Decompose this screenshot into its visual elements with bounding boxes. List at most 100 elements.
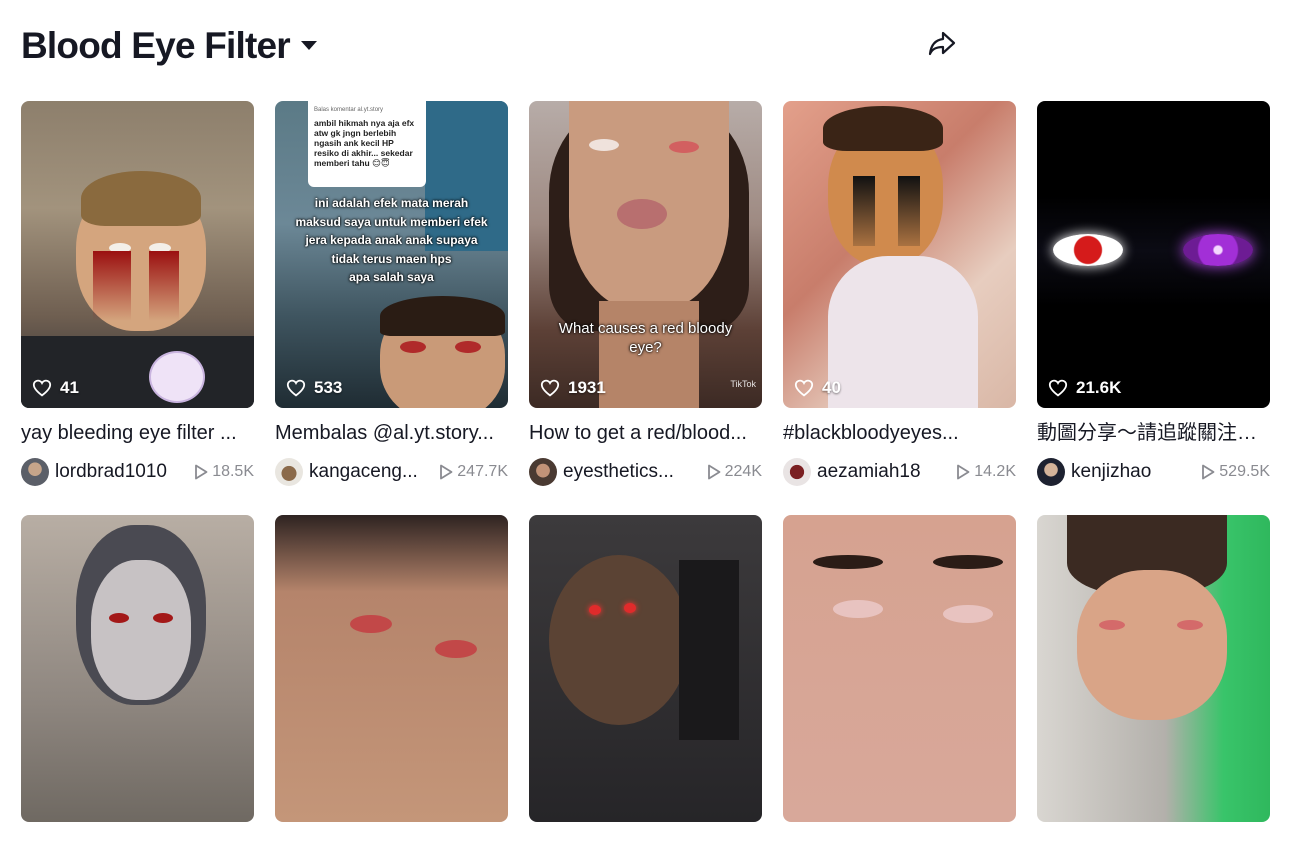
doorway-shape — [679, 560, 739, 740]
blood-streak — [853, 176, 875, 246]
face-shape — [91, 560, 191, 700]
overlay-line: maksud saya untuk memberi efek — [295, 214, 488, 229]
play-icon — [440, 464, 453, 480]
heart-icon — [1048, 379, 1068, 397]
avatar[interactable] — [529, 458, 557, 486]
video-thumbnail[interactable]: What causes a red bloody eye? TikTok 193… — [529, 101, 762, 408]
video-card: 41 yay bleeding eye filter ... lordbrad1… — [21, 101, 254, 487]
eye-shape — [1099, 620, 1125, 630]
video-thumbnail[interactable] — [783, 515, 1016, 822]
view-count: 247.7K — [439, 463, 508, 481]
view-count-text: 14.2K — [974, 463, 1016, 480]
mouth-shape — [617, 199, 667, 229]
username[interactable]: kangaceng... — [309, 461, 431, 483]
video-card — [21, 515, 254, 822]
video-card: What causes a red bloody eye? TikTok 193… — [529, 101, 762, 487]
blood-streak — [898, 176, 920, 246]
face-shape — [1077, 570, 1227, 720]
blood-streak — [93, 251, 131, 321]
eye-shape — [669, 141, 699, 153]
heart-icon — [540, 379, 560, 397]
video-meta: kangaceng... 247.7K — [275, 457, 508, 487]
eye-shape — [624, 603, 636, 613]
avatar[interactable] — [783, 458, 811, 486]
video-caption[interactable]: yay bleeding eye filter ... — [21, 421, 254, 445]
sticker-shape — [149, 351, 205, 403]
overlay-text: What causes a red bloody eye? — [529, 319, 762, 357]
hair-shape — [823, 106, 943, 151]
video-thumbnail[interactable] — [21, 515, 254, 822]
like-count-text: 40 — [822, 378, 841, 397]
like-count: 533 — [286, 378, 342, 398]
play-icon — [957, 464, 970, 480]
overlay-line: eye? — [629, 339, 662, 356]
face-shape — [549, 555, 689, 725]
username[interactable]: lordbrad1010 — [55, 461, 186, 483]
like-count: 21.6K — [1048, 378, 1121, 398]
avatar[interactable] — [21, 458, 49, 486]
page-header: Blood Eye Filter — [21, 24, 318, 68]
eye-shape — [1183, 234, 1253, 266]
username[interactable]: aezamiah18 — [817, 461, 948, 483]
share-arrow-icon[interactable] — [927, 30, 957, 63]
username[interactable]: kenjizhao — [1071, 461, 1193, 483]
eye-shape — [455, 341, 481, 353]
video-caption[interactable]: 動圖分享～請追蹤關注呀... — [1037, 421, 1270, 445]
hair-shape — [380, 296, 505, 336]
video-thumbnail[interactable] — [1037, 515, 1270, 822]
play-icon — [1202, 464, 1215, 480]
brow-shape — [933, 555, 1003, 569]
overlay-line: What causes a red bloody — [558, 320, 733, 337]
view-count-text: 529.5K — [1219, 463, 1270, 480]
avatar[interactable] — [275, 458, 303, 486]
eye-shape — [400, 341, 426, 353]
reply-label: Balas komentar al.yt.story — [314, 107, 384, 113]
video-card: Balas komentar al.yt.story ambil hikmah … — [275, 101, 508, 487]
video-card: 40 #blackbloodyeyes... aezamiah18 14.2K — [783, 101, 1016, 487]
video-thumbnail[interactable]: Balas komentar al.yt.story ambil hikmah … — [275, 101, 508, 408]
overlay-line: ini adalah efek mata merah — [314, 196, 469, 210]
eye-shape — [435, 640, 477, 658]
video-grid: 41 yay bleeding eye filter ... lordbrad1… — [21, 101, 1270, 850]
brow-shape — [813, 555, 883, 569]
video-meta: lordbrad1010 18.5K — [21, 457, 254, 487]
view-count: 529.5K — [1201, 463, 1270, 481]
video-caption[interactable]: How to get a red/blood... — [529, 421, 762, 445]
eye-shape — [350, 615, 392, 633]
eye-shape — [589, 605, 601, 615]
username[interactable]: eyesthetics... — [563, 461, 699, 483]
like-count-text: 533 — [314, 378, 343, 397]
avatar[interactable] — [1037, 458, 1065, 486]
heart-icon — [794, 379, 814, 397]
heart-icon — [286, 379, 306, 397]
video-meta: aezamiah18 14.2K — [783, 457, 1016, 487]
eye-shape — [109, 613, 129, 623]
reply-bubble: Balas komentar al.yt.story ambil hikmah … — [308, 101, 426, 187]
video-caption[interactable]: Membalas @al.yt.story... — [275, 421, 508, 445]
video-thumbnail[interactable] — [529, 515, 762, 822]
video-thumbnail[interactable] — [275, 515, 508, 822]
view-count: 18.5K — [194, 463, 254, 481]
view-count: 224K — [707, 463, 762, 481]
like-count: 41 — [32, 378, 79, 398]
caret-down-icon[interactable] — [300, 39, 318, 57]
blood-streak — [149, 251, 179, 321]
overlay-text: ini adalah efek mata merah maksud saya u… — [275, 194, 508, 287]
watermark: TikTok — [730, 379, 756, 389]
body-shape — [828, 256, 978, 408]
video-thumbnail[interactable]: 40 — [783, 101, 1016, 408]
overlay-line: apa salah saya — [349, 270, 434, 284]
view-count-text: 247.7K — [457, 463, 508, 480]
video-thumbnail[interactable]: 41 — [21, 101, 254, 408]
video-card: 21.6K 動圖分享～請追蹤關注呀... kenjizhao 529.5K — [1037, 101, 1270, 487]
like-count: 1931 — [540, 378, 606, 398]
video-card — [783, 515, 1016, 822]
eye-shape — [1053, 234, 1123, 266]
video-card — [275, 515, 508, 822]
overlay-line: jera kepada anak anak supaya — [305, 233, 478, 247]
play-icon — [707, 464, 721, 480]
view-count-text: 18.5K — [212, 463, 254, 480]
reply-text: ambil hikmah nya aja efx atw gk jngn ber… — [314, 118, 415, 168]
video-caption[interactable]: #blackbloodyeyes... — [783, 421, 1016, 445]
video-thumbnail[interactable]: 21.6K — [1037, 101, 1270, 408]
